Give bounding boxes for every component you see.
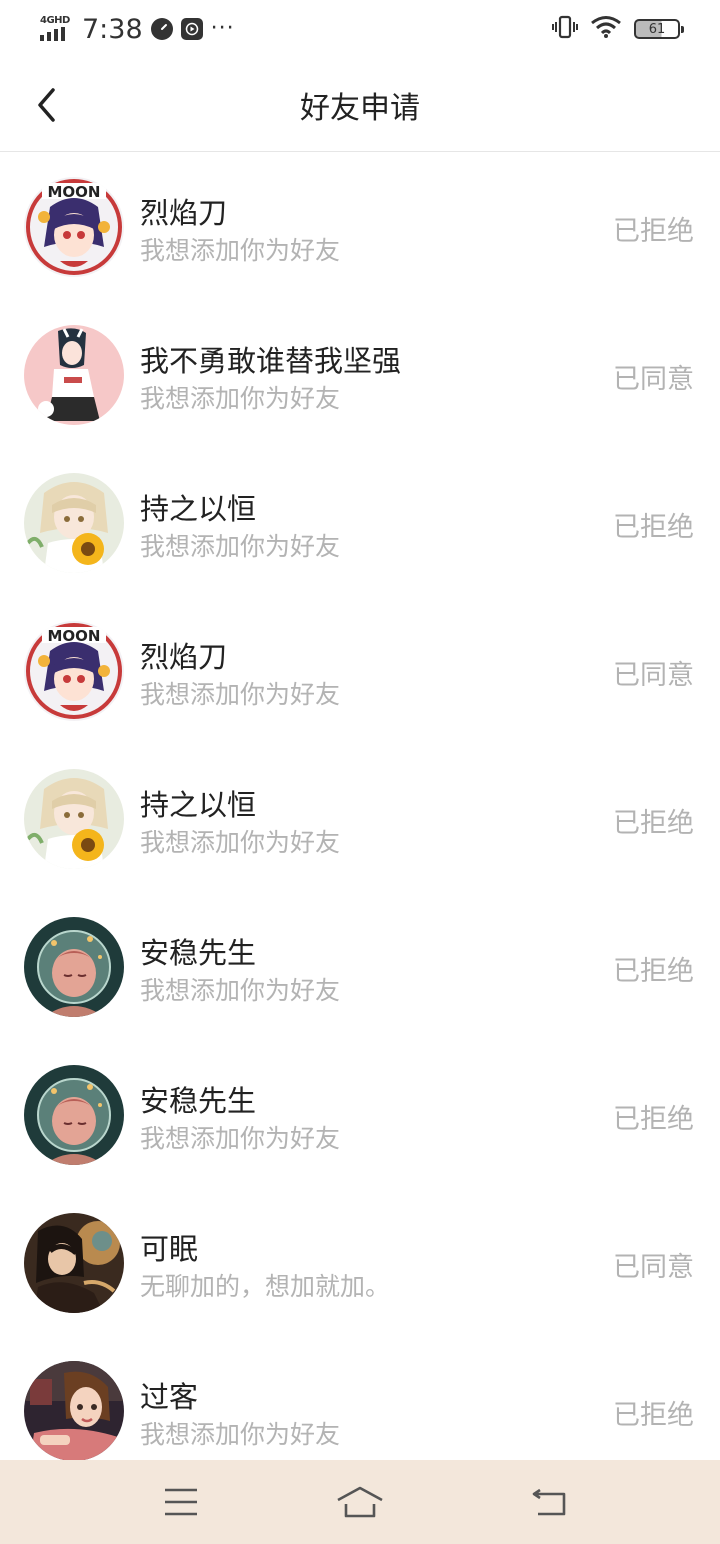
request-name: 可眠	[140, 1232, 199, 1266]
request-status: 已同意	[613, 364, 694, 395]
speedometer-icon	[150, 18, 173, 40]
friend-request-item[interactable]: 过客 我想添加你为好友 已拒绝	[0, 1336, 720, 1460]
page-title: 好友申请	[300, 90, 420, 126]
system-nav-bar	[0, 1460, 720, 1544]
friend-request-item[interactable]: 安稳先生 我想添加你为好友 已拒绝	[0, 892, 720, 1040]
request-name: 安稳先生	[140, 1084, 257, 1118]
request-status: 已拒绝	[613, 1104, 694, 1135]
request-message: 我想添加你为好友	[140, 1124, 341, 1153]
friend-request-item[interactable]: 可眠 无聊加的，想加就加。 已同意	[0, 1188, 720, 1336]
request-status: 已拒绝	[613, 1400, 694, 1431]
home-icon	[337, 1486, 383, 1518]
network-type: 4GHD	[40, 15, 70, 26]
avatar[interactable]	[24, 769, 124, 869]
friend-request-item[interactable]: 我不勇敢谁替我坚强 我想添加你为好友 已同意	[0, 300, 720, 448]
request-status: 已同意	[613, 660, 694, 691]
friend-request-list[interactable]: MOON 烈焰刀 我想添加你为好友 已拒绝 我不勇敢谁替我坚强 我想添加你为好友…	[0, 152, 720, 1460]
back-system-button[interactable]	[524, 1480, 574, 1524]
more-notifications: ···	[210, 16, 235, 41]
friend-request-item[interactable]: MOON 烈焰刀 我想添加你为好友 已拒绝	[0, 152, 720, 300]
request-message: 我想添加你为好友	[140, 532, 341, 561]
request-name: 我不勇敢谁替我坚强	[140, 344, 402, 378]
request-message: 我想添加你为好友	[140, 384, 341, 413]
friend-request-item[interactable]: 持之以恒 我想添加你为好友 已拒绝	[0, 744, 720, 892]
back-button[interactable]	[22, 80, 72, 130]
request-name: 烈焰刀	[140, 196, 228, 230]
request-message: 我想添加你为好友	[140, 1420, 341, 1449]
request-message: 我想添加你为好友	[140, 976, 341, 1005]
request-name: 烈焰刀	[140, 640, 228, 674]
request-message: 无聊加的，想加就加。	[140, 1272, 391, 1301]
request-status: 已拒绝	[613, 808, 694, 839]
request-message: 我想添加你为好友	[140, 236, 341, 265]
request-message: 我想添加你为好友	[140, 680, 341, 709]
avatar[interactable]: MOON	[24, 621, 124, 721]
signal-icon: 4GHD	[40, 15, 72, 43]
friend-request-item[interactable]: 持之以恒 我想添加你为好友 已拒绝	[0, 448, 720, 596]
request-status: 已同意	[613, 1252, 694, 1283]
friend-request-item[interactable]: 安稳先生 我想添加你为好友 已拒绝	[0, 1040, 720, 1188]
request-status: 已拒绝	[613, 512, 694, 543]
status-bar: 4GHD 7:38 ··· 61	[0, 0, 720, 58]
request-name: 持之以恒	[140, 788, 257, 822]
request-message: 我想添加你为好友	[140, 828, 341, 857]
avatar[interactable]	[24, 1361, 124, 1460]
return-icon	[532, 1488, 566, 1516]
avatar[interactable]: MOON	[24, 177, 124, 277]
avatar[interactable]	[24, 1213, 124, 1313]
play-icon	[180, 18, 203, 40]
home-button[interactable]	[335, 1480, 385, 1524]
menu-button[interactable]	[156, 1480, 206, 1524]
avatar[interactable]	[24, 917, 124, 1017]
request-name: 过客	[140, 1380, 199, 1414]
request-name: 安稳先生	[140, 936, 257, 970]
status-time: 7:38	[82, 13, 143, 45]
chevron-left-icon	[38, 88, 55, 122]
wifi-icon	[590, 15, 622, 43]
request-status: 已拒绝	[613, 216, 694, 247]
friend-request-item[interactable]: MOON 烈焰刀 我想添加你为好友 已同意	[0, 596, 720, 744]
request-name: 持之以恒	[140, 492, 257, 526]
avatar[interactable]	[24, 473, 124, 573]
vibrate-icon	[552, 15, 578, 43]
avatar[interactable]	[24, 325, 124, 425]
avatar[interactable]	[24, 1065, 124, 1165]
battery-icon: 61	[634, 19, 684, 39]
menu-icon	[165, 1488, 197, 1516]
top-app-bar: 好友申请	[0, 58, 720, 152]
request-status: 已拒绝	[613, 956, 694, 987]
